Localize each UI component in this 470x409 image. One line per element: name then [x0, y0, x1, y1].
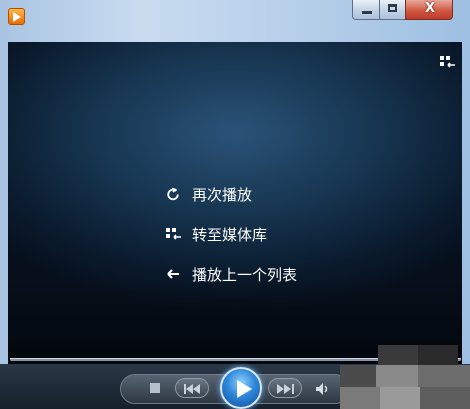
minimize-button[interactable]	[352, 0, 380, 20]
switch-to-library-icon[interactable]	[440, 54, 456, 68]
previous-list-menu-item[interactable]: 播放上一个列表	[166, 254, 297, 294]
library-label: 转至媒体库	[192, 225, 268, 244]
previous-button[interactable]	[175, 378, 209, 398]
title-bar[interactable]: X	[0, 0, 470, 42]
volume-icon[interactable]	[315, 381, 331, 400]
previous-list-label: 播放上一个列表	[192, 265, 298, 284]
play-button[interactable]	[220, 367, 262, 409]
end-of-playback-menu: 再次播放 转至媒体库 播放上一个列表	[166, 174, 297, 294]
replay-icon	[166, 187, 180, 201]
replay-label: 再次播放	[192, 185, 253, 204]
replay-menu-item[interactable]: 再次播放	[166, 174, 297, 214]
close-button[interactable]: X	[405, 0, 453, 20]
media-player-icon[interactable]	[8, 8, 25, 25]
maximize-button[interactable]	[379, 0, 406, 20]
stop-icon[interactable]	[150, 383, 160, 393]
media-player-window: X 再次播放 转至媒体库 播放上一个列表	[0, 0, 470, 409]
maximize-icon	[388, 4, 397, 12]
next-button[interactable]	[268, 378, 302, 398]
previous-icon	[184, 384, 200, 394]
library-menu-item[interactable]: 转至媒体库	[166, 214, 297, 254]
next-icon	[277, 384, 294, 394]
video-area[interactable]: 再次播放 转至媒体库 播放上一个列表	[8, 42, 462, 367]
back-arrow-icon	[166, 267, 180, 281]
minimize-icon	[362, 11, 372, 14]
close-icon: X	[424, 1, 436, 16]
library-icon	[166, 227, 181, 241]
pixelated-region	[340, 345, 470, 409]
play-icon	[237, 380, 252, 398]
